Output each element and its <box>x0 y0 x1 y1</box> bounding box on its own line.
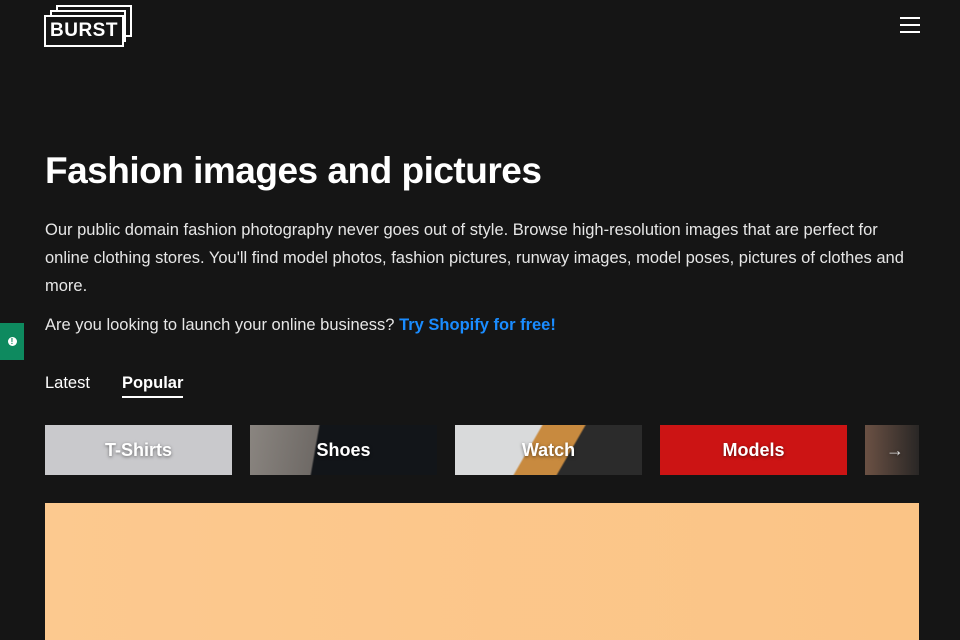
hamburger-icon[interactable] <box>900 17 920 33</box>
category-carousel: T-Shirts Shoes Watch Models → <box>45 425 919 475</box>
category-tshirts[interactable]: T-Shirts <box>45 425 232 475</box>
category-watch[interactable]: Watch <box>455 425 642 475</box>
burst-logo[interactable]: BURST <box>44 5 134 47</box>
shopify-link[interactable]: Try Shopify for free! <box>399 316 556 334</box>
feedback-tab[interactable]: ! <box>0 323 24 360</box>
sort-tabs: Latest Popular <box>45 374 184 398</box>
category-shoes[interactable]: Shoes <box>250 425 437 475</box>
logo-text: BURST <box>44 15 124 47</box>
tab-popular[interactable]: Popular <box>121 374 184 398</box>
cta-text: Are you looking to launch your online bu… <box>45 316 400 334</box>
page-description: Our public domain fashion photography ne… <box>45 221 904 295</box>
shopify-cta: Are you looking to launch your online bu… <box>45 316 556 335</box>
featured-image[interactable] <box>45 503 919 640</box>
arrow-right-icon: → <box>886 439 904 460</box>
page-title: Fashion images and pictures <box>45 150 542 191</box>
carousel-next-button[interactable]: → <box>865 425 919 475</box>
tab-latest[interactable]: Latest <box>45 374 90 398</box>
category-models[interactable]: Models <box>660 425 847 475</box>
info-icon: ! <box>7 337 17 346</box>
